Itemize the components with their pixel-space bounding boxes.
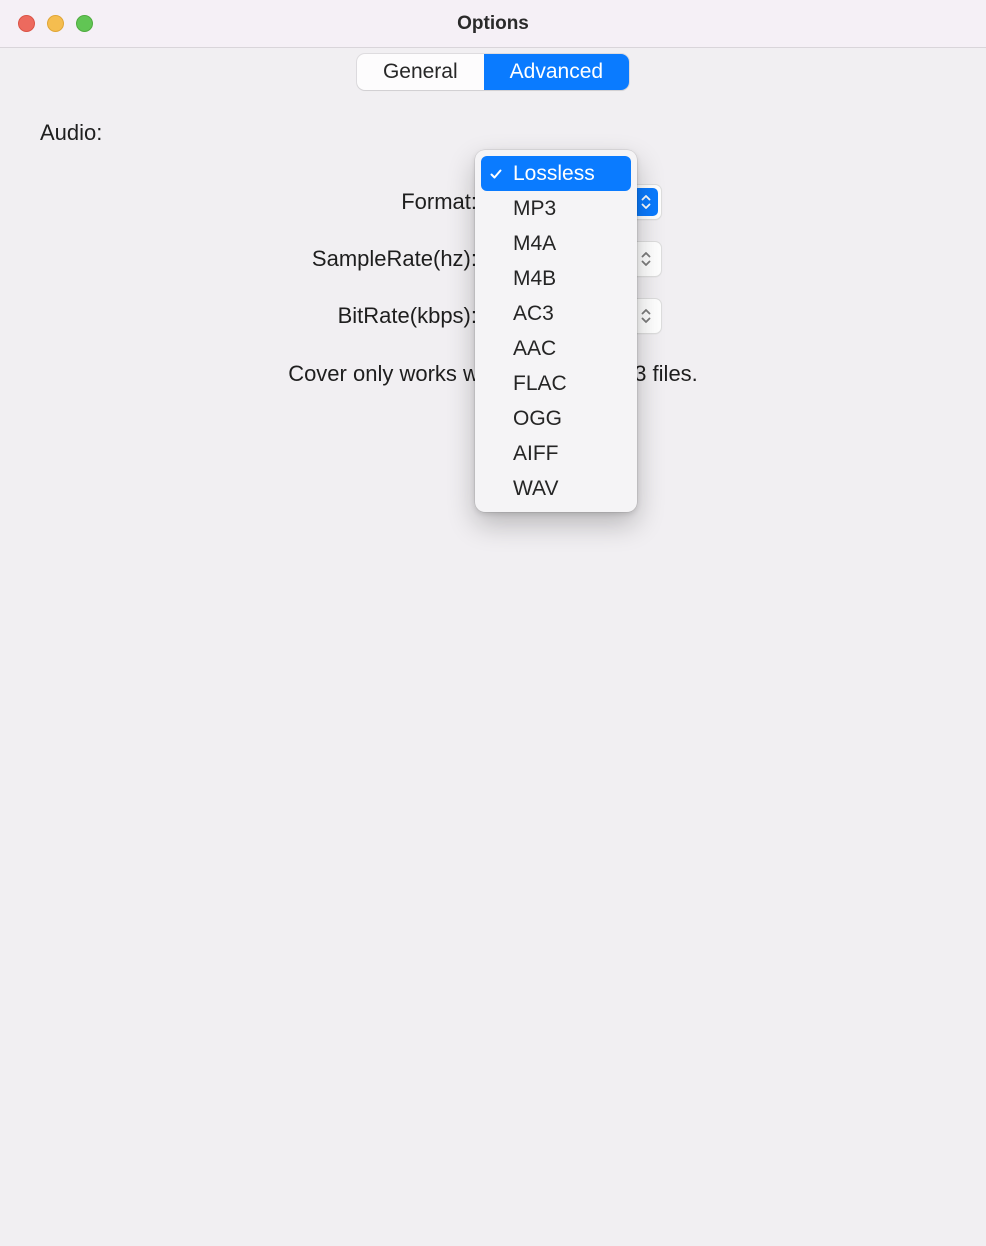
samplerate-label: SampleRate(hz): bbox=[0, 246, 485, 272]
format-option-aiff[interactable]: AIFF bbox=[481, 436, 631, 471]
segmented-control-wrap: General Advanced bbox=[0, 52, 986, 90]
tab-general[interactable]: General bbox=[357, 54, 484, 90]
format-label: Format: bbox=[0, 189, 485, 215]
window-title: Options bbox=[0, 13, 986, 35]
maximize-button[interactable] bbox=[76, 15, 93, 32]
titlebar: Options bbox=[0, 0, 986, 48]
format-option-mp3[interactable]: MP3 bbox=[481, 191, 631, 226]
traffic-lights bbox=[0, 15, 93, 32]
format-option-lossless[interactable]: Lossless bbox=[481, 156, 631, 191]
checkmark-icon bbox=[489, 167, 503, 181]
minimize-button[interactable] bbox=[47, 15, 64, 32]
format-option-flac[interactable]: FLAC bbox=[481, 366, 631, 401]
tab-advanced[interactable]: Advanced bbox=[484, 54, 629, 90]
format-option-m4b[interactable]: M4B bbox=[481, 261, 631, 296]
format-option-aac[interactable]: AAC bbox=[481, 331, 631, 366]
audio-section-label: Audio: bbox=[0, 90, 986, 146]
format-dropdown-menu: LosslessMP3M4AM4BAC3AACFLACOGGAIFFWAV bbox=[475, 150, 637, 512]
segmented-control: General Advanced bbox=[357, 54, 629, 90]
format-option-m4a[interactable]: M4A bbox=[481, 226, 631, 261]
format-option-wav[interactable]: WAV bbox=[481, 471, 631, 506]
bitrate-label: BitRate(kbps): bbox=[0, 303, 485, 329]
format-option-ac3[interactable]: AC3 bbox=[481, 296, 631, 331]
close-button[interactable] bbox=[18, 15, 35, 32]
format-option-ogg[interactable]: OGG bbox=[481, 401, 631, 436]
